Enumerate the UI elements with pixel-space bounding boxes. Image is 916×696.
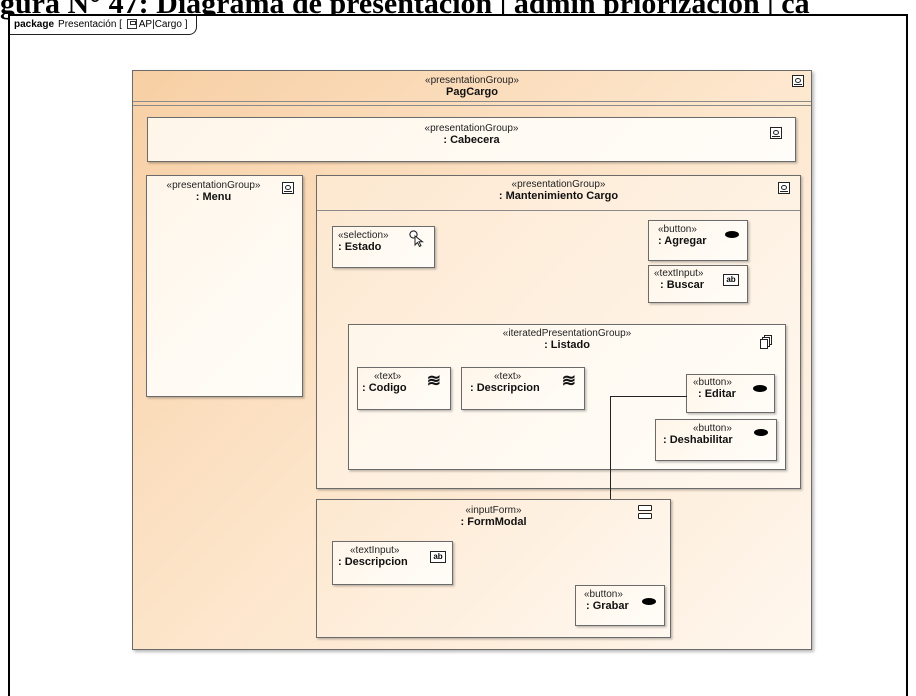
pag-cargo-name: PagCargo bbox=[446, 86, 498, 98]
editar-button[interactable]: «button» : Editar bbox=[686, 374, 775, 413]
diagram-icon bbox=[126, 19, 137, 29]
frame-tab: package Presentación [ AP|Cargo ] bbox=[10, 16, 197, 35]
compartment-divider bbox=[133, 101, 811, 102]
deshabilitar-button[interactable]: «button» : Deshabilitar bbox=[655, 419, 777, 461]
descripcion-text: «text» : Descripcion ≋ bbox=[461, 367, 585, 410]
form-modal-name: : FormModal bbox=[460, 516, 527, 528]
compartment-divider bbox=[133, 105, 811, 106]
listado-name: : Listado bbox=[544, 339, 590, 351]
codigo-text: «text» : Codigo ≋ bbox=[357, 367, 451, 410]
menu-name: : Menu bbox=[195, 191, 232, 203]
presentation-group-icon bbox=[792, 75, 804, 87]
agregar-button[interactable]: «button» : Agregar bbox=[648, 220, 748, 261]
menu-group[interactable]: «presentationGroup» : Menu bbox=[146, 175, 303, 397]
wavy-text-icon: ≋ bbox=[426, 371, 441, 390]
presentation-group-icon bbox=[282, 182, 294, 194]
pag-cargo-stereotype: «presentationGroup» bbox=[425, 75, 519, 86]
connector-line bbox=[610, 396, 687, 397]
connector-line bbox=[610, 396, 611, 500]
form-icon bbox=[638, 505, 652, 520]
cabecera-group[interactable]: «presentationGroup» : Cabecera bbox=[147, 117, 796, 162]
textbox-ab-icon: ab bbox=[430, 551, 446, 563]
frame-name: Presentación bbox=[58, 19, 117, 30]
estado-selection[interactable]: «selection» : Estado bbox=[332, 226, 435, 268]
button-oval-icon bbox=[642, 598, 656, 605]
stacked-pages-icon bbox=[760, 335, 772, 349]
grabar-button[interactable]: «button» : Grabar bbox=[575, 585, 665, 626]
textbox-ab-icon: ab bbox=[723, 274, 739, 286]
presentation-group-icon bbox=[770, 127, 782, 139]
mantenimiento-stereotype: «presentationGroup» bbox=[511, 179, 606, 190]
button-oval-icon bbox=[753, 385, 767, 392]
wavy-text-icon: ≋ bbox=[561, 371, 576, 390]
compartment-divider bbox=[317, 210, 800, 211]
cabecera-name: : Cabecera bbox=[443, 134, 500, 146]
button-oval-icon bbox=[725, 231, 739, 238]
frame-path: AP|Cargo bbox=[138, 19, 182, 30]
form-modal-stereotype: «inputForm» bbox=[465, 505, 522, 516]
button-oval-icon bbox=[754, 429, 768, 436]
frame-keyword: package bbox=[14, 19, 55, 30]
buscar-text-input[interactable]: «textInput» : Buscar ab bbox=[648, 265, 748, 303]
cabecera-stereotype: «presentationGroup» bbox=[424, 123, 519, 134]
pointer-selection-icon bbox=[409, 230, 424, 247]
presentation-group-icon bbox=[778, 182, 790, 194]
menu-stereotype: «presentationGroup» bbox=[166, 180, 261, 191]
descripcion-text-input[interactable]: «textInput» : Descripcion ab bbox=[332, 541, 453, 585]
mantenimiento-name: : Mantenimiento Cargo bbox=[498, 190, 619, 202]
listado-stereotype: «iteratedPresentationGroup» bbox=[502, 328, 632, 339]
